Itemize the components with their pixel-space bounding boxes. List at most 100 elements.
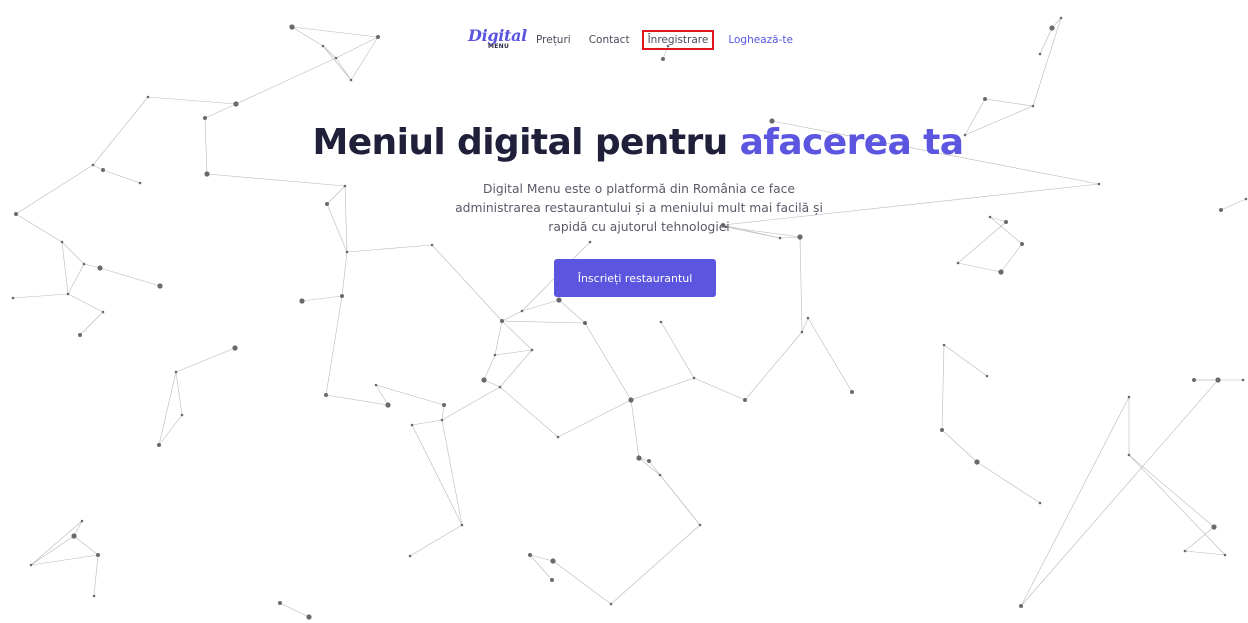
logo-subtitle: MENU bbox=[488, 43, 510, 50]
network-node bbox=[661, 57, 665, 61]
network-line bbox=[409, 524, 463, 557]
network-node bbox=[692, 376, 696, 380]
network-node bbox=[60, 240, 64, 244]
network-line bbox=[15, 164, 94, 215]
network-line bbox=[693, 377, 746, 401]
network-node bbox=[80, 519, 84, 523]
network-line bbox=[1032, 17, 1062, 107]
network-line bbox=[15, 213, 63, 243]
network-line bbox=[779, 236, 801, 239]
network-line bbox=[301, 295, 343, 302]
network-line bbox=[499, 386, 559, 438]
network-node bbox=[636, 455, 642, 461]
network-node bbox=[1004, 220, 1008, 224]
network-node bbox=[232, 345, 238, 351]
network-node bbox=[101, 310, 105, 314]
network-node bbox=[530, 348, 534, 352]
network-node bbox=[1019, 604, 1023, 608]
network-line bbox=[291, 26, 379, 38]
network-node bbox=[82, 262, 86, 266]
network-line bbox=[943, 344, 988, 377]
hero-title: Meniul digital pentru afacerea ta bbox=[0, 122, 1248, 163]
network-node bbox=[500, 319, 504, 323]
network-node bbox=[174, 370, 178, 374]
network-node bbox=[204, 171, 210, 177]
network-node bbox=[306, 614, 312, 620]
network-node bbox=[91, 163, 95, 167]
network-line bbox=[941, 344, 945, 431]
network-line bbox=[483, 379, 501, 388]
network-node bbox=[349, 78, 353, 82]
network-line bbox=[441, 404, 445, 421]
network-node bbox=[1244, 197, 1248, 201]
network-node bbox=[376, 35, 380, 39]
page: Digital MENU Prețuri Contact Înregistrar… bbox=[0, 0, 1248, 623]
network-line bbox=[206, 173, 346, 187]
network-line bbox=[483, 354, 496, 381]
network-line bbox=[67, 293, 104, 313]
network-node bbox=[29, 563, 33, 567]
network-node bbox=[609, 602, 613, 606]
network-line bbox=[1039, 27, 1053, 55]
network-node bbox=[442, 403, 446, 407]
network-line bbox=[584, 322, 632, 401]
network-line bbox=[494, 320, 503, 356]
network-node bbox=[1031, 104, 1035, 108]
network-line bbox=[630, 377, 695, 401]
network-node bbox=[806, 316, 810, 320]
register-restaurant-button[interactable]: Înscrieți restaurantul bbox=[554, 259, 716, 297]
network-node bbox=[146, 95, 150, 99]
network-node bbox=[430, 243, 434, 247]
network-line bbox=[67, 263, 85, 295]
network-node bbox=[985, 374, 989, 378]
network-node bbox=[956, 261, 960, 265]
network-line bbox=[326, 185, 346, 205]
network-line bbox=[984, 98, 1034, 107]
network-line bbox=[529, 554, 554, 562]
network-node bbox=[92, 594, 96, 598]
network-node bbox=[203, 116, 207, 120]
network-node bbox=[278, 601, 282, 605]
network-node bbox=[850, 390, 854, 394]
network-node bbox=[343, 184, 347, 188]
network-node bbox=[743, 398, 747, 402]
network-line bbox=[801, 317, 809, 333]
network-node bbox=[1038, 52, 1042, 56]
network-line bbox=[1128, 454, 1226, 556]
hero-title-main: Meniul digital pentru bbox=[312, 122, 729, 163]
network-line bbox=[1000, 243, 1023, 273]
network-node bbox=[334, 56, 338, 60]
network-node bbox=[556, 297, 562, 303]
nav-link-logheaza-te[interactable]: Loghează-te bbox=[728, 34, 793, 46]
network-node bbox=[1211, 524, 1217, 530]
network-node bbox=[588, 240, 592, 244]
digital-menu-logo[interactable]: Digital MENU bbox=[466, 26, 527, 54]
nav-link-preturi[interactable]: Prețuri bbox=[536, 34, 571, 46]
network-line bbox=[1020, 379, 1219, 607]
network-node bbox=[583, 321, 587, 325]
network-node bbox=[410, 423, 414, 427]
network-node bbox=[101, 168, 105, 172]
network-node bbox=[325, 202, 329, 206]
network-node bbox=[481, 377, 487, 383]
nav-link-contact[interactable]: Contact bbox=[589, 34, 630, 46]
network-node bbox=[998, 269, 1004, 275]
nav-link-inregistrare[interactable]: Înregistrare bbox=[641, 30, 715, 50]
network-node bbox=[1059, 16, 1063, 20]
network-line bbox=[411, 424, 463, 526]
network-node bbox=[658, 473, 662, 477]
network-line bbox=[807, 317, 853, 393]
network-node bbox=[157, 283, 163, 289]
network-line bbox=[204, 103, 237, 119]
network-line bbox=[1128, 454, 1215, 528]
network-node bbox=[345, 250, 349, 254]
network-node bbox=[942, 343, 946, 347]
network-line bbox=[660, 321, 695, 379]
network-line bbox=[501, 320, 533, 351]
network-node bbox=[233, 101, 239, 107]
network-node bbox=[408, 554, 412, 558]
network-node bbox=[11, 296, 15, 300]
network-line bbox=[989, 216, 1007, 223]
network-line bbox=[744, 331, 803, 401]
network-line bbox=[941, 429, 978, 463]
